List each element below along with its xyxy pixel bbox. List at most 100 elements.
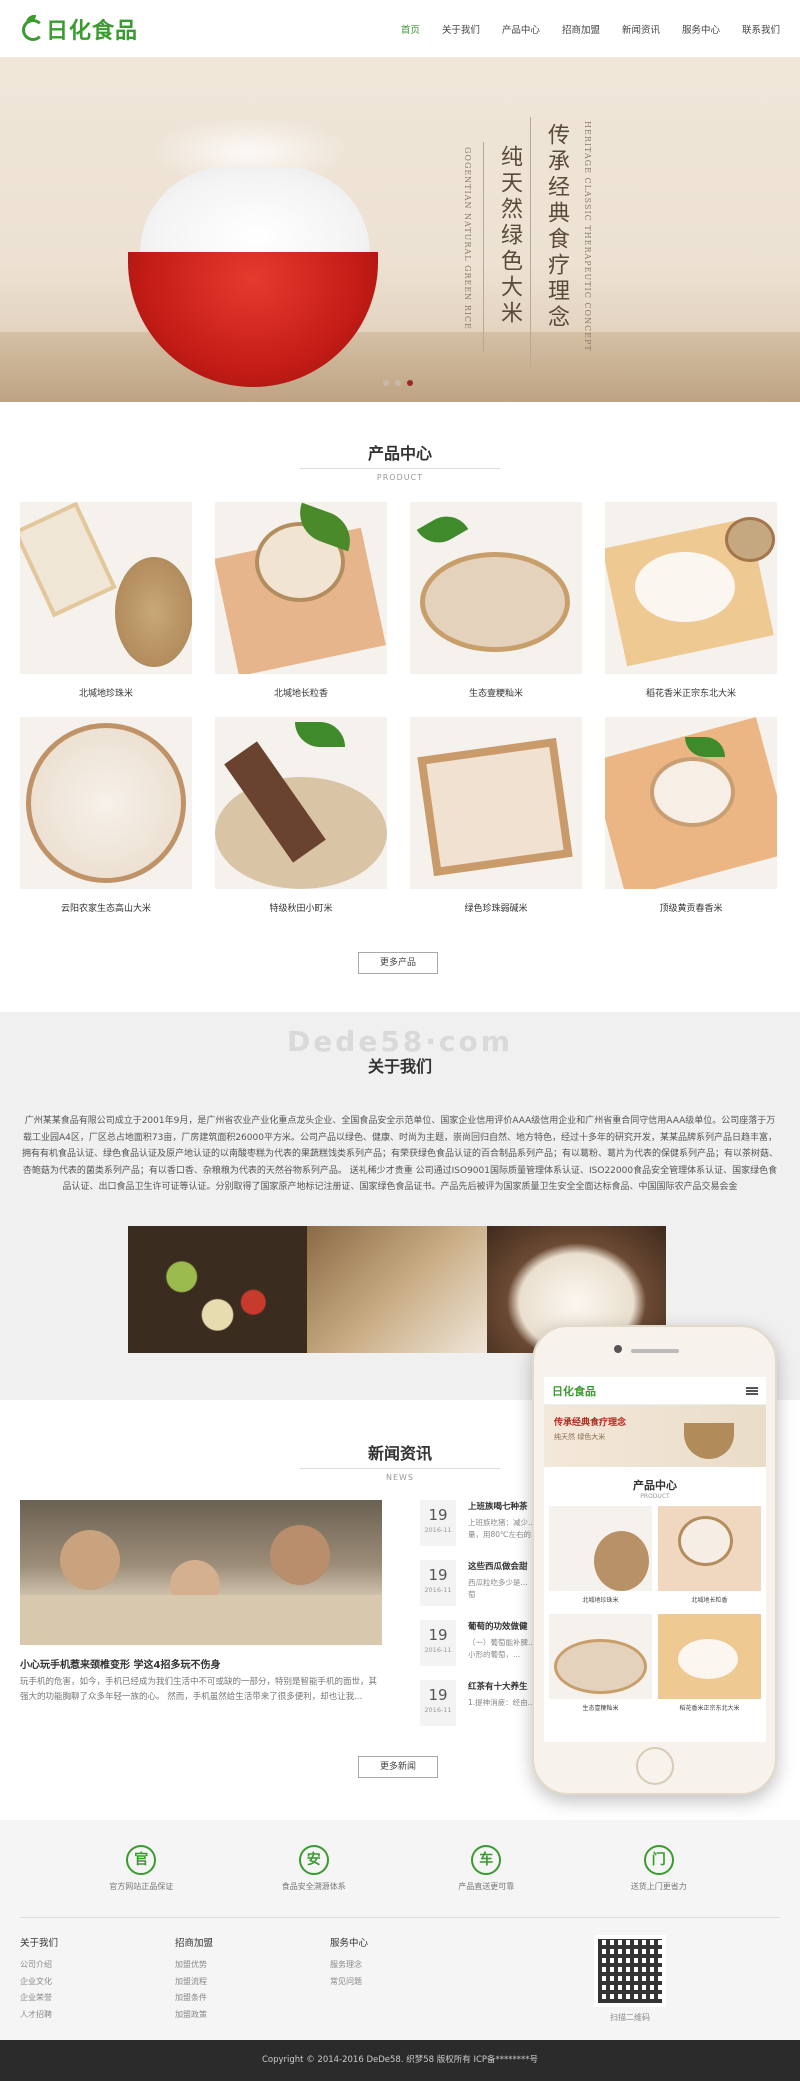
- product-grid: 北堿地珍珠米 北堿地长粒香 生态壹粳籼米 稻花香米正宗东北大米 云阳农家生态高山…: [20, 502, 780, 932]
- phone-mockup: 日化食品 传承经典食疗理念 纯天然 绿色大米 产品中心 PRODUCT 北堿地珍…: [532, 1325, 777, 1795]
- banner-divider: [483, 142, 484, 352]
- news-item[interactable]: 19 2016-11 葡萄的功效做健 （一）葡萄能补脾... 小形的葡萄，...: [420, 1620, 550, 1680]
- product-card[interactable]: 北堿地长粒香: [215, 502, 387, 717]
- banner-pagination: [383, 380, 413, 386]
- product-name[interactable]: 生态壹粳籼米: [410, 686, 582, 699]
- rice-scoop-image: [307, 1226, 487, 1353]
- nav-about[interactable]: 关于我们: [442, 22, 480, 36]
- mobile-product-name: 稻花香米正宗东北大米: [679, 1705, 740, 1712]
- mobile-product-card: 北堿地珍珠米: [549, 1506, 652, 1608]
- product-name[interactable]: 北堿地长粒香: [215, 686, 387, 699]
- nav-service[interactable]: 服务中心: [682, 22, 720, 36]
- footer-link[interactable]: 企业文化: [20, 1974, 175, 1991]
- qr-label: 扫描二维码: [610, 2013, 650, 2022]
- more-news-button[interactable]: 更多新闻: [358, 1756, 438, 1778]
- footer-col-heading[interactable]: 关于我们: [20, 1935, 175, 1949]
- product-card[interactable]: 云阳农家生态高山大米: [20, 717, 192, 932]
- footer-link[interactable]: 企业荣誉: [20, 1990, 175, 2007]
- banner-dot-active[interactable]: [407, 380, 413, 386]
- footer-link[interactable]: 服务理念: [330, 1957, 485, 1974]
- logo-text: 日化食品: [46, 18, 139, 44]
- news-list: 19 2016-11 上班族喝七种茶 上班族吃猪：减少... 量，用80℃左右的…: [420, 1500, 550, 1740]
- banner-table: [0, 332, 800, 402]
- product-image[interactable]: [605, 502, 777, 674]
- banner-divider: [530, 117, 531, 367]
- footer-col-heading[interactable]: 招商加盟: [175, 1935, 330, 1949]
- section-title: 关于我们: [367, 1057, 432, 1076]
- product-name[interactable]: 稻花香米正宗东北大米: [605, 686, 777, 699]
- nav-news[interactable]: 新闻资讯: [622, 22, 660, 36]
- footer-link[interactable]: 公司介绍: [20, 1957, 175, 1974]
- product-image[interactable]: [605, 717, 777, 889]
- news-day: 19: [428, 1566, 448, 1584]
- product-image[interactable]: [20, 502, 192, 674]
- product-card[interactable]: 顶级黄贡春香米: [605, 717, 777, 932]
- product-image[interactable]: [410, 717, 582, 889]
- more-products-button[interactable]: 更多产品: [358, 952, 438, 974]
- news-item[interactable]: 19 2016-11 上班族喝七种茶 上班族吃猪：减少... 量，用80℃左右的…: [420, 1500, 550, 1560]
- product-name[interactable]: 北堿地珍珠米: [20, 686, 192, 699]
- footer-links: 关于我们 公司介绍 企业文化 企业荣誉 人才招聘 招商加盟 加盟优势 加盟流程 …: [20, 1935, 485, 2023]
- product-name[interactable]: 云阳农家生态高山大米: [20, 901, 192, 914]
- site-logo[interactable]: 日化食品: [20, 13, 138, 45]
- feature-item: 官 官方网站正品保证: [76, 1845, 206, 1892]
- news-featured-title[interactable]: 小心玩手机惹来颈椎变形 学这4招多玩不伤身: [20, 1656, 382, 1671]
- feature-label: 食品安全溯源体系: [281, 1882, 346, 1891]
- mobile-product-card: 生态壹粳籼米: [549, 1614, 652, 1716]
- feature-label: 送货上门更省力: [630, 1882, 687, 1891]
- footer-link[interactable]: 常见问题: [330, 1974, 485, 1991]
- product-card[interactable]: 绿色珍珠弱碱米: [410, 717, 582, 932]
- product-card[interactable]: 北堿地珍珠米: [20, 502, 192, 717]
- product-image[interactable]: [215, 502, 387, 674]
- product-card[interactable]: 特级秋田小町米: [215, 717, 387, 932]
- banner-dot[interactable]: [383, 380, 389, 386]
- mobile-banner: 传承经典食疗理念 纯天然 绿色大米: [544, 1405, 766, 1467]
- banner-en-2: GOGENTIAN NATURAL GREEN RICE: [463, 147, 472, 330]
- product-image[interactable]: [215, 717, 387, 889]
- safety-icon: 安: [298, 1845, 329, 1875]
- news-month: 2016-11: [424, 1706, 452, 1714]
- footer-link[interactable]: 加盟政策: [175, 2007, 330, 2024]
- product-name[interactable]: 绿色珍珠弱碱米: [410, 901, 582, 914]
- nav-home[interactable]: 首页: [401, 22, 420, 36]
- news-item[interactable]: 19 2016-11 红茶有十大养生 1.提神消疲：经由...: [420, 1680, 550, 1740]
- footer-col-about: 关于我们 公司介绍 企业文化 企业荣誉 人才招聘: [20, 1935, 175, 2023]
- phone-screen: 日化食品 传承经典食疗理念 纯天然 绿色大米 产品中心 PRODUCT 北堿地珍…: [544, 1377, 766, 1742]
- footer-divider: [20, 1917, 780, 1918]
- footer-link[interactable]: 人才招聘: [20, 2007, 175, 2024]
- products-section: 产品中心 PRODUCT: [0, 440, 800, 482]
- feature-item: 安 食品安全溯源体系: [249, 1845, 379, 1892]
- product-card[interactable]: 生态壹粳籼米: [410, 502, 582, 717]
- banner-dot[interactable]: [395, 380, 401, 386]
- product-card[interactable]: 稻花香米正宗东北大米: [605, 502, 777, 717]
- news-featured-image[interactable]: [20, 1500, 382, 1645]
- product-name[interactable]: 顶级黄贡春香米: [605, 901, 777, 914]
- nav-contact[interactable]: 联系我们: [742, 22, 780, 36]
- footer-link[interactable]: 加盟条件: [175, 1990, 330, 2007]
- news-item[interactable]: 19 2016-11 这些西瓜做会甜 西瓜粒吃多少是... 萄: [420, 1560, 550, 1620]
- divider: [300, 468, 500, 469]
- footer-link[interactable]: 加盟优势: [175, 1957, 330, 1974]
- feature-row: 官 官方网站正品保证 安 食品安全溯源体系 车 产品直送更可靠 门 送货上门更省…: [0, 1845, 800, 1892]
- product-image[interactable]: [20, 717, 192, 889]
- phone-camera: [614, 1345, 622, 1353]
- hero-banner[interactable]: 传承经典食疗理念 纯天然绿色大米 HERITAGE CLASSIC THERAP…: [0, 57, 800, 402]
- feature-item: 门 送货上门更省力: [594, 1845, 724, 1892]
- nav-franchise[interactable]: 招商加盟: [562, 22, 600, 36]
- nav-products[interactable]: 产品中心: [502, 22, 540, 36]
- mobile-banner-subtitle: 纯天然 绿色大米: [554, 1433, 606, 1441]
- mobile-product-card: 稻花香米正宗东北大米: [658, 1614, 761, 1716]
- mobile-section-heading: 产品中心 PRODUCT: [544, 1477, 766, 1500]
- footer-link[interactable]: 加盟流程: [175, 1974, 330, 1991]
- mobile-header: 日化食品: [544, 1377, 766, 1405]
- feature-label: 官方网站正品保证: [109, 1882, 174, 1891]
- product-name[interactable]: 特级秋田小町米: [215, 901, 387, 914]
- footer-col-heading[interactable]: 服务中心: [330, 1935, 485, 1949]
- mobile-logo: 日化食品: [552, 1384, 596, 1398]
- site-header: 日化食品 首页 关于我们 产品中心 招商加盟 新闻资讯 服务中心 联系我们: [0, 0, 800, 57]
- about-text: 广州某某食品有限公司成立于2001年9月，是广州省农业产业化重点龙头企业、全国食…: [22, 1116, 779, 1192]
- door-delivery-icon: 门: [643, 1845, 674, 1875]
- menu-icon: [746, 1386, 758, 1395]
- product-image[interactable]: [410, 502, 582, 674]
- news-date: 19 2016-11: [420, 1620, 456, 1666]
